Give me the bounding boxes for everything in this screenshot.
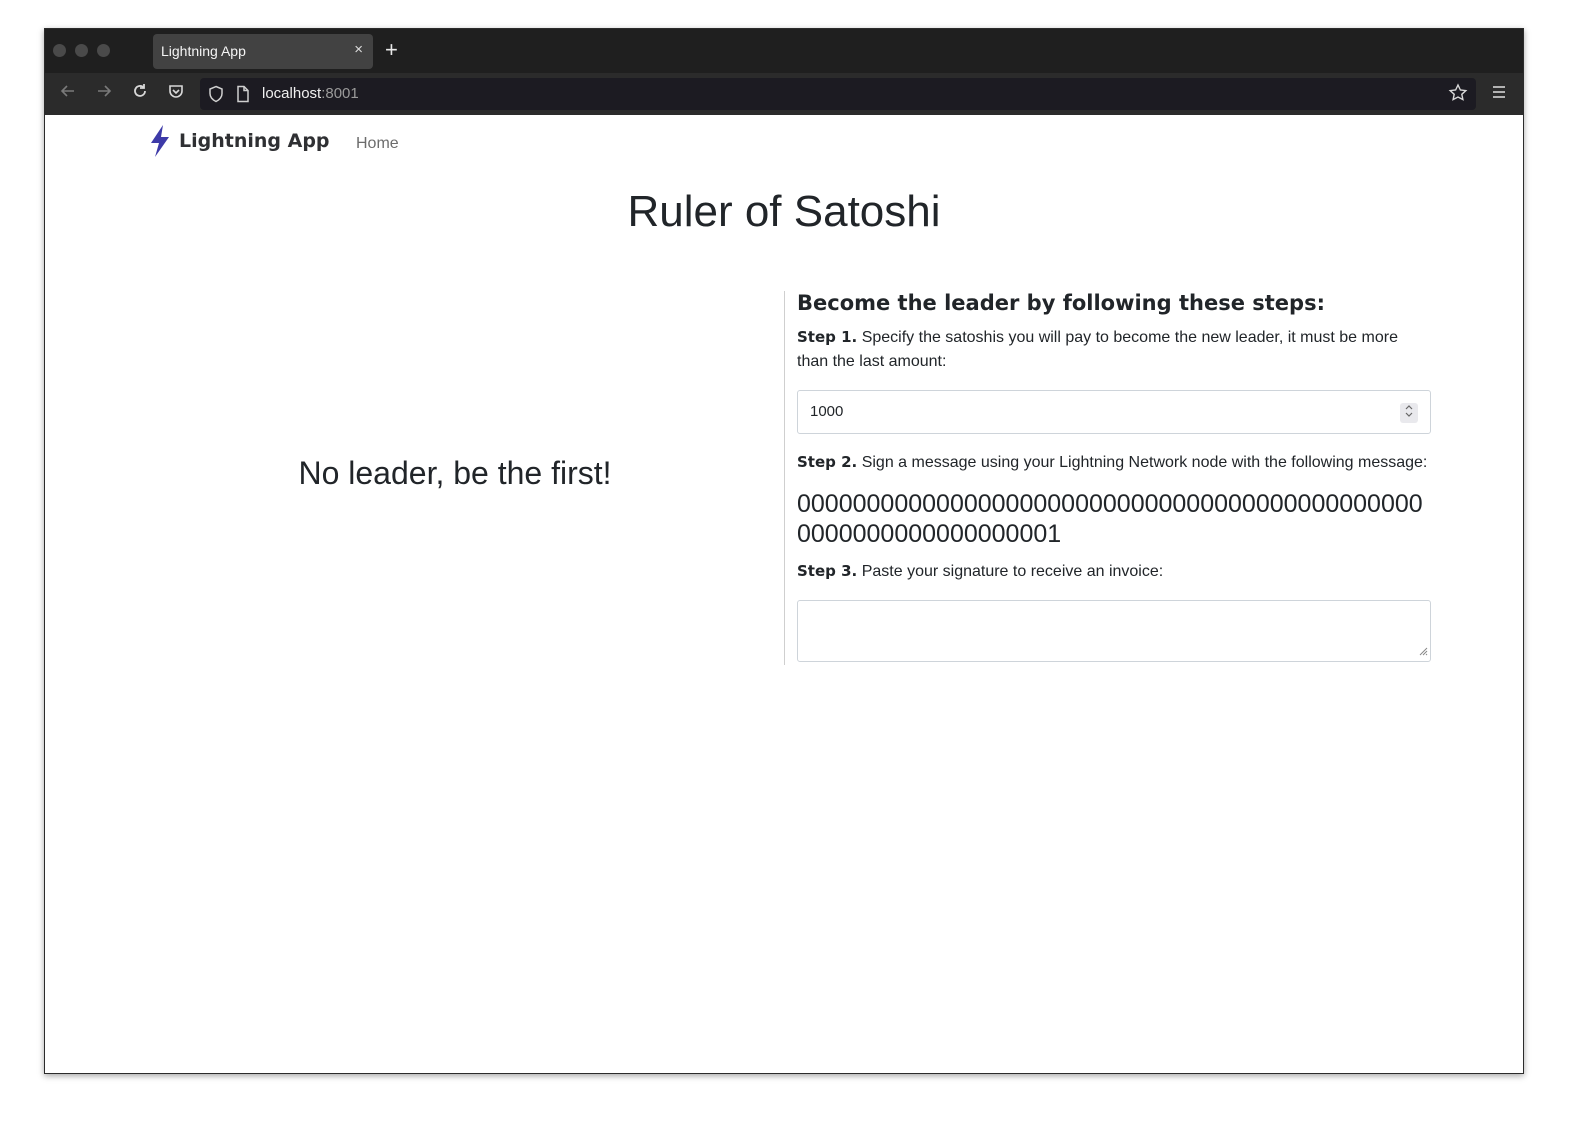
tab-strip: Lightning App × + <box>45 29 1523 73</box>
pocket-icon[interactable] <box>167 82 185 105</box>
step-2-label: Step 2. <box>797 453 858 471</box>
navbar-brand[interactable]: Lightning App <box>149 125 330 157</box>
amount-value: 1000 <box>810 403 844 420</box>
page-title: Ruler of Satoshi <box>627 187 941 236</box>
url-host: localhost <box>262 85 322 102</box>
navigation-toolbar: localhost:8001 <box>45 73 1523 115</box>
step-1-label: Step 1. <box>797 328 858 346</box>
url-port: :8001 <box>321 85 359 102</box>
forward-icon[interactable] <box>95 82 113 105</box>
nav-home-link[interactable]: Home <box>356 135 399 153</box>
minimize-window-dot[interactable] <box>75 44 88 57</box>
amount-input[interactable]: 1000 <box>797 390 1431 434</box>
close-window-dot[interactable] <box>53 44 66 57</box>
url-text: localhost:8001 <box>262 85 359 102</box>
step-1-text: Specify the satoshis you will pay to bec… <box>797 329 1398 370</box>
leader-status: No leader, be the first! <box>298 455 612 491</box>
column-divider <box>784 291 785 665</box>
close-tab-icon[interactable]: × <box>354 41 363 58</box>
tab-title: Lightning App <box>161 43 246 59</box>
message-to-sign: 0000000000000000000000000000000000000000… <box>797 490 1423 548</box>
new-tab-icon[interactable]: + <box>385 37 398 63</box>
browser-window: Lightning App × + localhost:8001 Lightni… <box>44 28 1524 1074</box>
maximize-window-dot[interactable] <box>97 44 110 57</box>
bookmark-star-icon[interactable] <box>1448 83 1468 108</box>
shield-icon[interactable] <box>208 85 224 108</box>
url-bar[interactable]: localhost:8001 <box>200 78 1476 110</box>
back-icon[interactable] <box>59 82 77 105</box>
steps-heading: Become the leader by following these ste… <box>797 291 1325 315</box>
number-spinner-icon[interactable] <box>1400 403 1418 423</box>
browser-tab[interactable]: Lightning App × <box>153 34 373 69</box>
reload-icon[interactable] <box>131 82 149 105</box>
page-info-icon[interactable] <box>236 85 250 108</box>
step-1: Step 1. Specify the satoshis you will pa… <box>797 325 1431 374</box>
lightning-bolt-icon <box>151 125 169 157</box>
step-3-text: Paste your signature to receive an invoi… <box>861 563 1164 580</box>
step-3: Step 3. Paste your signature to receive … <box>797 559 1431 584</box>
step-2-text: Sign a message using your Lightning Netw… <box>861 454 1428 471</box>
steps-panel: Become the leader by following these ste… <box>797 291 1431 662</box>
hamburger-menu-icon[interactable] <box>1491 84 1507 105</box>
brand-name: Lightning App <box>179 130 330 152</box>
signature-textarea[interactable] <box>797 600 1431 662</box>
page-content: Lightning App Home Ruler of Satoshi No l… <box>45 115 1523 1073</box>
step-2: Step 2. Sign a message using your Lightn… <box>797 450 1431 475</box>
resize-handle-icon[interactable] <box>1418 646 1428 659</box>
step-3-label: Step 3. <box>797 562 858 580</box>
